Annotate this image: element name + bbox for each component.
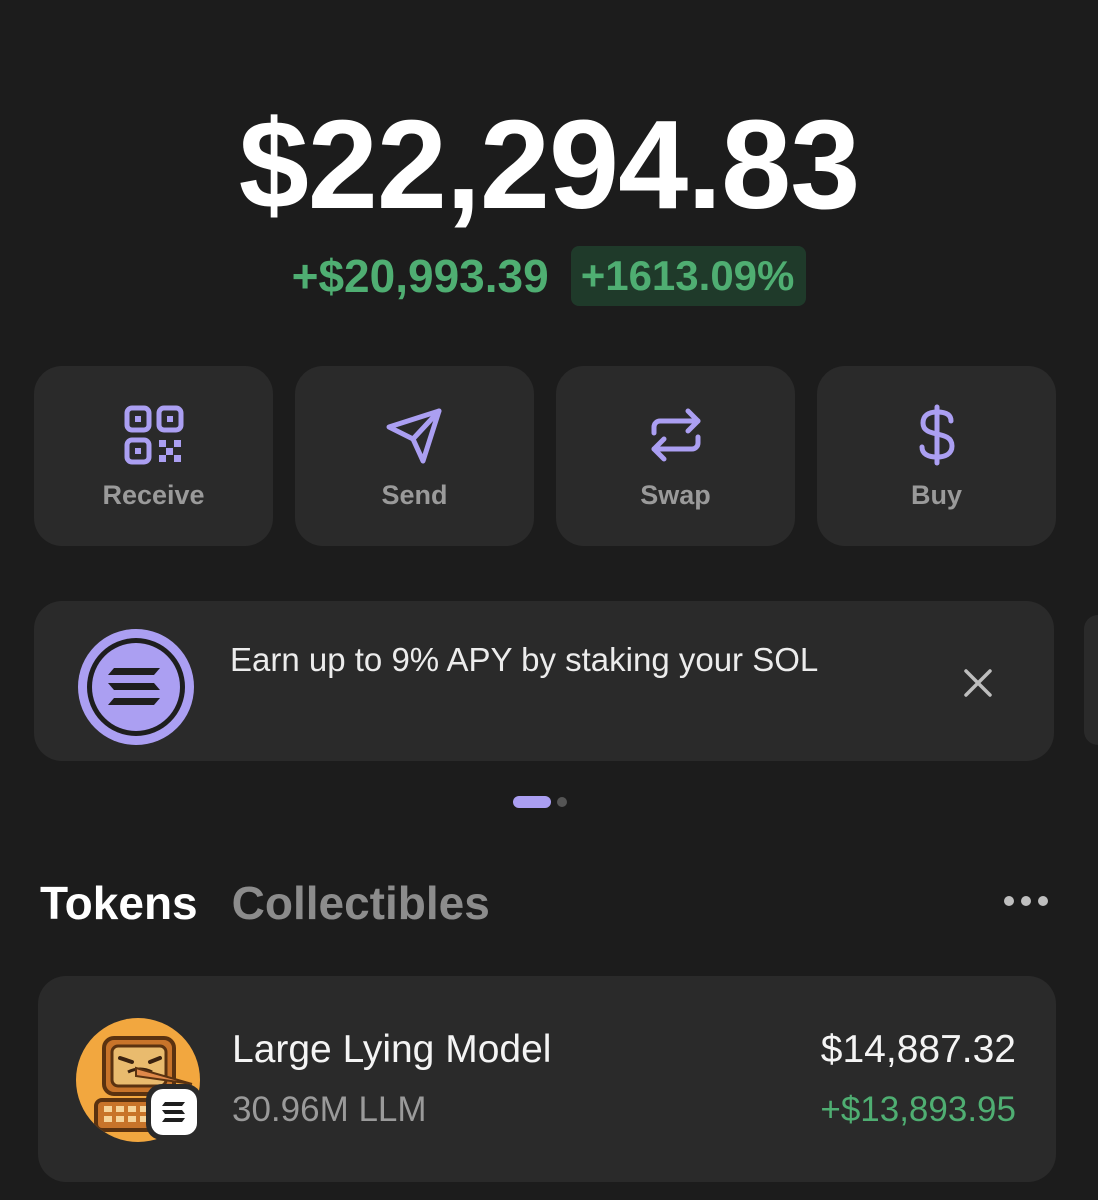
buy-label: Buy bbox=[910, 479, 962, 510]
buy-button[interactable]: Buy bbox=[817, 366, 1056, 546]
action-buttons: Receive Send Swap Buy bbox=[34, 366, 1056, 546]
carousel-indicator bbox=[513, 796, 567, 808]
more-icon[interactable] bbox=[1004, 896, 1048, 906]
qr-code-icon bbox=[121, 402, 187, 468]
token-amount: 30.96M LLM bbox=[232, 1090, 427, 1129]
wallet-screen: $22,294.83 +$20,993.39 +1613.09% Receive… bbox=[0, 0, 1098, 1200]
receive-label: Receive bbox=[102, 479, 205, 510]
token-name: Large Lying Model bbox=[232, 1028, 552, 1071]
dollar-icon bbox=[904, 402, 970, 468]
promo-text: Earn up to 9% APY by staking your SOL bbox=[230, 641, 819, 678]
token-row[interactable]: Large Lying Model 30.96M LLM $14,887.32 … bbox=[38, 976, 1056, 1182]
solana-icon bbox=[146, 1084, 202, 1140]
balance-change: +$20,993.39 +1613.09% bbox=[0, 246, 1098, 306]
next-promo-card-edge[interactable] bbox=[1084, 615, 1098, 745]
tab-tokens[interactable]: Tokens bbox=[40, 876, 198, 930]
solana-icon bbox=[74, 625, 198, 749]
carousel-dot bbox=[557, 797, 567, 807]
tab-collectibles[interactable]: Collectibles bbox=[232, 876, 490, 930]
swap-button[interactable]: Swap bbox=[556, 366, 795, 546]
change-amount: +$20,993.39 bbox=[291, 250, 549, 302]
token-change: +$13,893.95 bbox=[820, 1090, 1016, 1129]
send-label: Send bbox=[381, 479, 448, 510]
token-value: $14,887.32 bbox=[820, 1028, 1016, 1071]
swap-icon bbox=[643, 402, 709, 468]
more-dot bbox=[1004, 896, 1014, 906]
send-icon bbox=[382, 402, 448, 468]
swap-label: Swap bbox=[640, 479, 711, 510]
carousel-dot-active bbox=[513, 796, 551, 808]
staking-promo-card[interactable]: Earn up to 9% APY by staking your SOL bbox=[34, 601, 1054, 761]
more-dot bbox=[1021, 896, 1031, 906]
change-percent-badge: +1613.09% bbox=[570, 246, 807, 306]
close-icon[interactable] bbox=[958, 663, 998, 703]
receive-button[interactable]: Receive bbox=[34, 366, 273, 546]
asset-tabs: Tokens Collectibles bbox=[40, 876, 490, 930]
send-button[interactable]: Send bbox=[295, 366, 534, 546]
more-dot bbox=[1038, 896, 1048, 906]
total-balance: $22,294.83 bbox=[238, 94, 861, 235]
